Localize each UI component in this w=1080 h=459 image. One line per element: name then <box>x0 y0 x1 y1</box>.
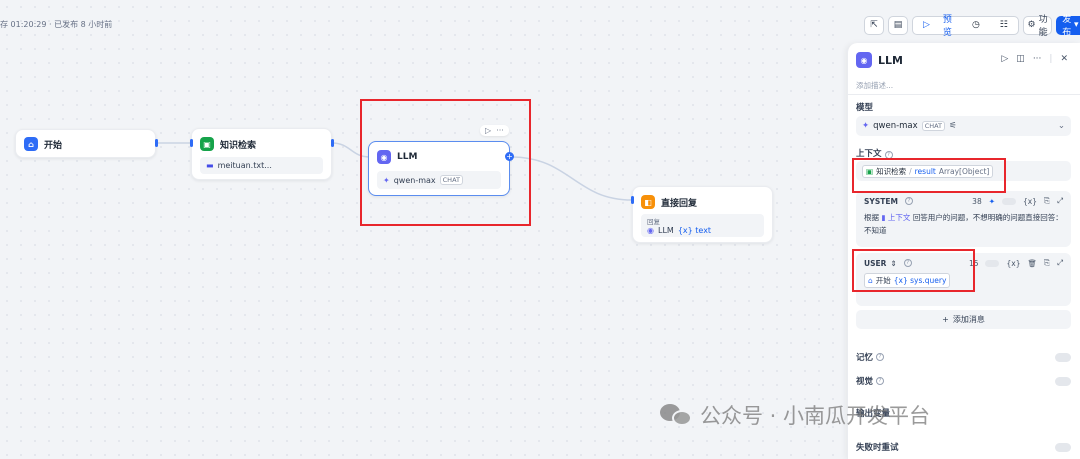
preview-group: ▷ 预览 ◷ ☷ <box>912 15 1019 38</box>
knowledge-node-title: 知识检索 <box>220 140 257 151</box>
context-ref-icon: ▮ <box>881 213 886 222</box>
watermark-text: 公众号 · 小南瓜开发平台 <box>700 404 931 428</box>
preview-label: 预览 <box>942 15 952 38</box>
history-button[interactable]: ◷ <box>962 20 990 30</box>
split-view-icon[interactable]: ◫ <box>1016 54 1025 64</box>
reply-icon: ◧ <box>641 195 655 209</box>
help-icon: ? <box>876 353 885 361</box>
workflow-canvas[interactable]: 存 01:20:29 · 已发布 8 小时前 ⌂ 开始 ▣ 知识检索 ▬ mei… <box>0 0 845 459</box>
vision-label: 视觉 <box>856 377 874 387</box>
ai-generate-icon[interactable]: ✦ <box>989 197 995 206</box>
model-settings-icon[interactable]: ⚟ <box>949 121 957 131</box>
context-ref: 上下文 <box>887 213 911 222</box>
chevron-down-icon: ⌄ <box>1057 121 1065 131</box>
features-button[interactable]: ⚙ 功能 <box>1022 15 1053 38</box>
system-label: SYSTEM <box>864 196 898 206</box>
model-logo-icon: ✦ <box>862 121 870 131</box>
more-options-icon[interactable]: ··· <box>1033 54 1042 64</box>
close-icon[interactable]: ✕ <box>1060 54 1068 64</box>
retry-toggle[interactable] <box>1055 442 1071 452</box>
highlight-context <box>852 158 1006 193</box>
expand-icon[interactable]: ⤢ <box>1057 196 1063 206</box>
variables-icon: ▤ <box>893 20 903 30</box>
insert-variable-icon[interactable]: {x} <box>1006 259 1020 268</box>
top-toolbar: ⇱ ▤ ▷ 预览 ◷ ☷ ⚙ 功能 发布 ▾ <box>864 15 1080 38</box>
checklist-button[interactable]: ☷ <box>990 20 1018 30</box>
expand-icon[interactable]: ⤢ <box>1057 258 1063 268</box>
copy-icon[interactable]: ⎘ <box>1044 258 1050 268</box>
features-label: 功能 <box>1038 15 1048 38</box>
system-text-before: 根据 <box>864 213 879 222</box>
delete-icon[interactable]: 🗑 <box>1027 259 1037 268</box>
wechat-logo-icon <box>660 402 694 428</box>
add-message-button[interactable]: + 添加消息 <box>856 310 1071 329</box>
dataset-name: meituan.txt... <box>217 161 272 170</box>
env-button[interactable]: ▤ <box>888 15 908 35</box>
model-label: 模型 <box>856 103 874 113</box>
answer-field: 回复 ◉ LLM {x} text <box>641 214 764 237</box>
panel-divider <box>848 94 1080 95</box>
knowledge-input-handle[interactable] <box>190 139 193 147</box>
play-icon: ▷ <box>923 20 930 30</box>
model-selector[interactable]: ✦ qwen-max CHAT ⚟ ⌄ <box>856 116 1071 136</box>
description-input[interactable]: 添加描述... <box>856 80 893 91</box>
highlight-llm-node <box>360 99 531 226</box>
help-icon: ? <box>876 377 885 385</box>
model-tag: CHAT <box>921 121 946 131</box>
clock-icon: ◷ <box>971 20 980 30</box>
system-prompt[interactable]: SYSTEM ? 38 ✦ {x} ⎘ ⤢ 根据 ▮ 上下文 回答用户的问题，不… <box>856 191 1071 247</box>
jinja-toggle[interactable] <box>1002 197 1017 205</box>
plus-icon: + <box>942 315 949 324</box>
model-name: qwen-max <box>873 121 918 131</box>
vision-row: 视觉? <box>856 375 1071 387</box>
answer-ref-node: LLM <box>657 226 674 235</box>
retry-row: 失败时重试 <box>856 441 1071 453</box>
system-prompt-text[interactable]: 根据 ▮ 上下文 回答用户的问题，不想明确的问题直接回答：不知道 <box>856 211 1071 237</box>
system-count: 38 <box>972 196 982 206</box>
start-node-title: 开始 <box>44 140 63 151</box>
export-button[interactable]: ⇱ <box>864 15 884 35</box>
dataset-chip: ▬ meituan.txt... <box>200 157 323 174</box>
answer-input-handle[interactable] <box>631 196 634 204</box>
run-node-icon[interactable]: ▷ <box>1001 54 1008 64</box>
book-icon: ▣ <box>200 137 214 151</box>
checklist-icon: ☷ <box>999 20 1008 30</box>
watermark: 公众号 · 小南瓜开发平台 <box>660 400 930 430</box>
answer-node[interactable]: ◧ 直接回复 回复 ◉ LLM {x} text <box>632 186 773 243</box>
retry-label: 失败时重试 <box>856 443 899 453</box>
publish-button[interactable]: 发布 ▾ <box>1056 15 1080 38</box>
panel-title: LLM <box>878 53 903 67</box>
answer-field-label: 回复 <box>647 218 660 226</box>
chevron-down-icon: ▾ <box>1073 20 1079 30</box>
jinja-toggle[interactable] <box>985 259 1000 267</box>
vision-toggle[interactable] <box>1055 376 1071 386</box>
export-icon: ⇱ <box>870 20 878 30</box>
publish-label: 发布 <box>1062 15 1072 38</box>
help-icon: ? <box>904 197 913 205</box>
preview-button[interactable]: ▷ 预览 <box>913 12 962 38</box>
folder-icon: ▬ <box>206 161 214 170</box>
start-node[interactable]: ⌂ 开始 <box>15 129 156 158</box>
copy-icon[interactable]: ⎘ <box>1044 196 1050 206</box>
knowledge-output-handle[interactable] <box>331 139 334 147</box>
insert-variable-icon[interactable]: {x} <box>1023 197 1037 206</box>
add-message-label: 添加消息 <box>952 315 985 324</box>
answer-node-title: 直接回复 <box>661 198 698 209</box>
memory-label: 记忆 <box>856 353 874 363</box>
start-output-handle[interactable] <box>155 139 158 147</box>
llm-ref-icon: ◉ <box>647 226 654 235</box>
memory-toggle[interactable] <box>1055 352 1071 362</box>
answer-ref-var: {x} text <box>677 226 712 235</box>
divider: | <box>1049 54 1053 64</box>
features-icon: ⚙ <box>1027 20 1036 30</box>
home-icon: ⌂ <box>24 137 38 151</box>
highlight-user-prompt <box>852 249 975 292</box>
memory-row: 记忆? <box>856 351 1071 363</box>
knowledge-node[interactable]: ▣ 知识检索 ▬ meituan.txt... <box>191 128 332 180</box>
llm-icon: ◉ <box>856 52 872 68</box>
